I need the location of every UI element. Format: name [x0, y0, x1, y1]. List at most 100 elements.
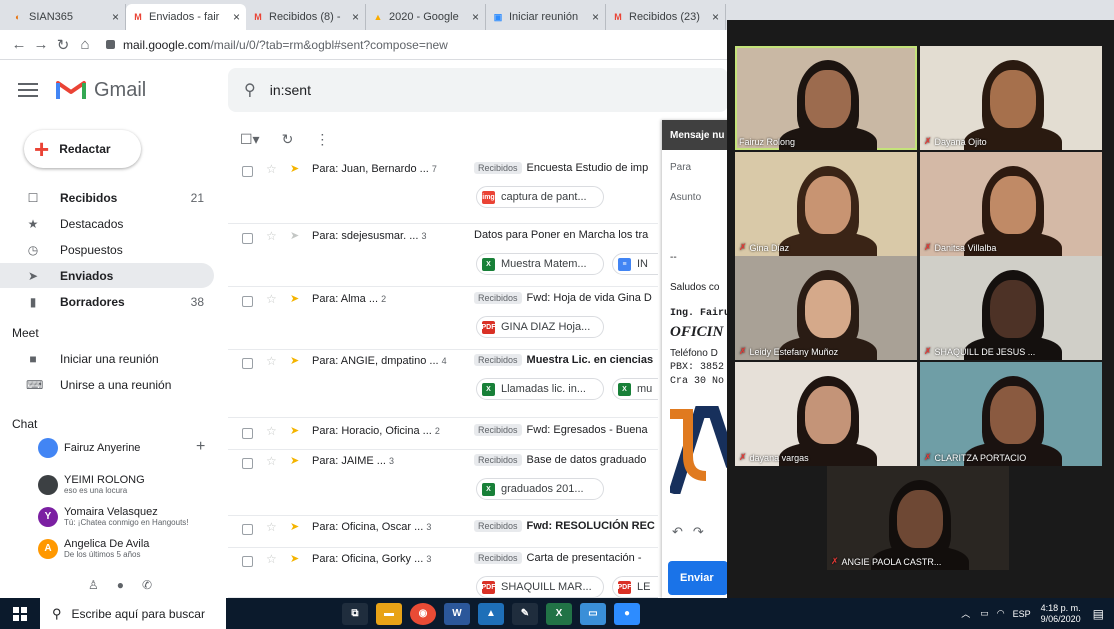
close-icon[interactable]: ×	[233, 10, 240, 24]
participant-video-tile[interactable]: ✗ CLARITZA PORTACIO	[920, 362, 1102, 466]
sidebar-item-borradores[interactable]: ▮ Borradores 38	[0, 289, 214, 314]
home-icon[interactable]: ⌂	[74, 36, 96, 53]
email-row[interactable]: ☆ ➤ Para: Juan, Bernardo ... 7 Recibidos Enc…	[228, 158, 658, 224]
taskbar-search[interactable]: ⚲ Escribe aquí para buscar	[40, 598, 226, 629]
close-icon[interactable]: ×	[352, 10, 359, 24]
main-menu-icon[interactable]	[18, 83, 38, 97]
participant-video-tile[interactable]: ✗ Gina Diaz	[735, 152, 917, 256]
star-icon[interactable]: ☆	[266, 229, 277, 243]
close-icon[interactable]: ×	[592, 10, 599, 24]
word-icon[interactable]: W	[444, 602, 470, 625]
participant-video-tile[interactable]: ✗ ANGIE PAOLA CASTR...	[827, 466, 1009, 570]
notifications-icon[interactable]: ▤	[1093, 607, 1104, 621]
zoom-icon[interactable]: ●	[614, 602, 640, 625]
clock[interactable]: 4:18 p. m. 9/06/2020	[1041, 603, 1081, 625]
email-row[interactable]: ☆ ➤ Para: Oficina, Gorky ... 3 Recibidos Car…	[228, 548, 658, 598]
star-icon[interactable]: ☆	[266, 520, 277, 534]
star-icon[interactable]: ☆	[266, 424, 277, 438]
participant-video-tile[interactable]: ✗ Dayana Ojito	[920, 46, 1102, 150]
email-row[interactable]: ☆ ➤ Para: Horacio, Oficina ... 2 Recibidos F…	[228, 420, 658, 450]
paint-icon[interactable]: ✎	[512, 602, 538, 625]
important-marker-icon[interactable]: ➤	[290, 454, 299, 467]
meet-item[interactable]: ⌨ Unirse a una reunión	[0, 372, 214, 397]
refresh-icon[interactable]: ↻	[282, 131, 294, 148]
close-icon[interactable]: ×	[472, 10, 479, 24]
row-checkbox[interactable]	[242, 233, 253, 244]
url-field[interactable]: mail.google.com /mail/u/0/?tab=rm&ogbl#s…	[106, 38, 448, 52]
important-marker-icon[interactable]: ➤	[290, 552, 299, 565]
row-checkbox[interactable]	[242, 358, 253, 369]
star-icon[interactable]: ☆	[266, 162, 277, 176]
participant-video-tile[interactable]: ✗ Danitsa Villalba	[920, 152, 1102, 256]
important-marker-icon[interactable]: ➤	[290, 520, 299, 533]
star-icon[interactable]: ☆	[266, 292, 277, 306]
browser-tab[interactable]: M Enviados - fair ×	[126, 4, 246, 30]
undo-icon[interactable]: ↶	[672, 524, 683, 540]
chat-contact[interactable]: YEIMI ROLONG eso es una locura	[38, 474, 145, 495]
star-icon[interactable]: ☆	[266, 552, 277, 566]
phone-icon[interactable]: ✆	[142, 578, 152, 592]
body-greeting[interactable]: Saludos co	[670, 282, 719, 293]
compose-button[interactable]: + Redactar	[24, 130, 141, 168]
star-icon[interactable]: ☆	[266, 454, 277, 468]
browser-tab[interactable]: M Recibidos (8) - ×	[246, 4, 366, 30]
add-chat-icon[interactable]: +	[196, 438, 205, 456]
row-checkbox[interactable]	[242, 428, 253, 439]
important-marker-icon[interactable]: ➤	[290, 424, 299, 437]
participant-video-tile[interactable]: ✗ dayana vargas	[735, 362, 917, 466]
important-marker-icon[interactable]: ➤	[290, 162, 299, 175]
row-checkbox[interactable]	[242, 524, 253, 535]
row-checkbox[interactable]	[242, 556, 253, 567]
browser-tab[interactable]: M Recibidos (23) ×	[606, 4, 726, 30]
send-button[interactable]: Enviar	[668, 561, 728, 595]
attachment-chip[interactable]: PDF GINA DIAZ Hoja...	[476, 316, 604, 338]
subject-field[interactable]: Asunto	[670, 192, 701, 203]
redo-icon[interactable]: ↷	[693, 524, 704, 540]
language-indicator[interactable]: ESP	[1013, 609, 1031, 619]
photos-icon[interactable]: ▲	[478, 602, 504, 625]
attachment-chip[interactable]: PDF SHAQUILL MAR...	[476, 576, 604, 598]
task-view-icon[interactable]: ⧉	[342, 602, 368, 625]
attachment-chip[interactable]: Xmu	[612, 378, 658, 400]
attachment-chip[interactable]: X Muestra Matem...	[476, 253, 604, 275]
back-icon[interactable]: ←	[8, 36, 30, 53]
chat-self[interactable]: Fairuz Anyerine	[38, 438, 140, 458]
important-marker-icon[interactable]: ➤	[290, 292, 299, 305]
sidebar-item-pospuestos[interactable]: ◷ Pospuestos	[0, 237, 214, 262]
chat-contact[interactable]: A Angelica De Avila De los últimos 5 años	[38, 538, 149, 559]
attachment-chip[interactable]: X Llamadas lic. in...	[476, 378, 604, 400]
sidebar-item-destacados[interactable]: ★ Destacados	[0, 211, 214, 236]
important-marker-icon[interactable]: ➤	[290, 229, 299, 242]
gmail-logo[interactable]: Gmail	[56, 79, 146, 102]
start-button[interactable]	[0, 598, 40, 629]
attachment-chip[interactable]: Xgraduados 201...	[476, 478, 604, 500]
meet-item[interactable]: ■ Iniciar una reunión	[0, 346, 214, 371]
person-icon[interactable]: ♙	[88, 578, 99, 592]
search-input[interactable]: in:sent	[270, 82, 311, 98]
to-field[interactable]: Para	[670, 162, 691, 173]
important-marker-icon[interactable]: ➤	[290, 354, 299, 367]
more-icon[interactable]: ⋮	[315, 131, 329, 148]
forward-icon[interactable]: →	[30, 36, 52, 53]
battery-icon[interactable]: ▭	[980, 608, 989, 619]
email-row[interactable]: ☆ ➤ Para: Alma ... 2 Recibidos Fwd: Hoja de …	[228, 288, 658, 350]
sidebar-item-enviados[interactable]: ➤ Enviados	[0, 263, 214, 288]
chat-contact[interactable]: Y Yomaira Velasquez Tú: ¡Chatea conmigo en…	[38, 506, 189, 527]
search-icon[interactable]: ⚲	[244, 80, 256, 100]
mail-search-box[interactable]: ⚲ in:sent	[228, 68, 728, 112]
attachment-chip[interactable]: PDF LE	[612, 576, 658, 598]
browser-tab[interactable]: ▣ Iniciar reunión ×	[486, 4, 606, 30]
chrome-icon[interactable]: ◉	[410, 602, 436, 625]
row-checkbox[interactable]	[242, 166, 253, 177]
reload-icon[interactable]: ↻	[52, 36, 74, 54]
chevron-up-icon[interactable]: ︿	[961, 607, 970, 620]
sidebar-item-recibidos[interactable]: ☐ Recibidos 21	[0, 185, 214, 210]
star-icon[interactable]: ☆	[266, 354, 277, 368]
wifi-icon[interactable]: ◠	[997, 608, 1005, 619]
select-all-checkbox[interactable]: ☐▾	[240, 131, 260, 148]
row-checkbox[interactable]	[242, 296, 253, 307]
chat-bubble-icon[interactable]: ●	[117, 578, 124, 592]
close-icon[interactable]: ×	[112, 10, 119, 24]
excel-icon[interactable]: X	[546, 602, 572, 625]
row-checkbox[interactable]	[242, 458, 253, 469]
